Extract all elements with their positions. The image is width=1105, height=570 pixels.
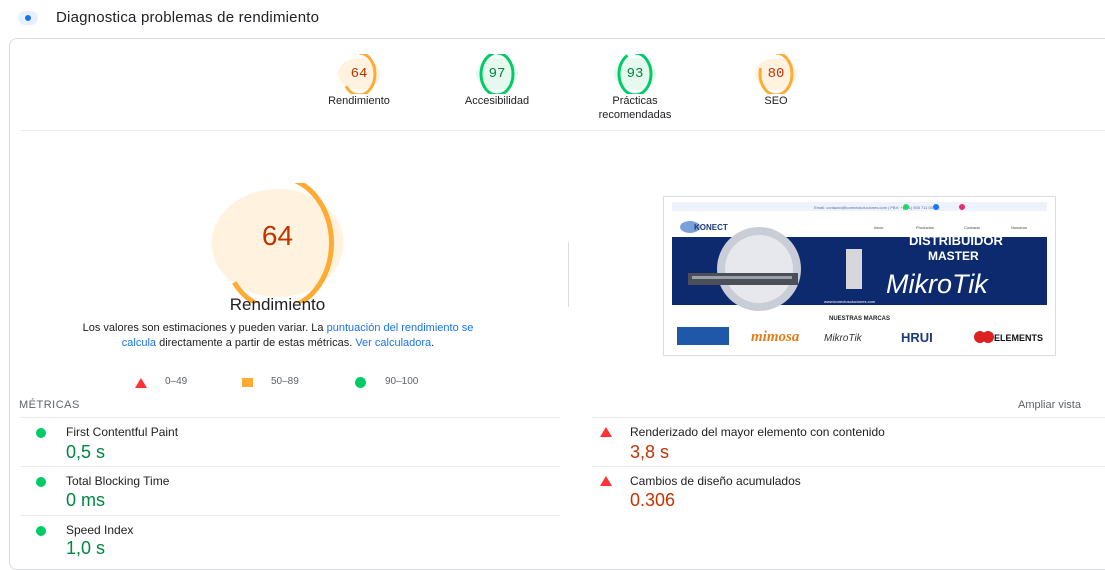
screenshot-brand: KONECT	[694, 223, 728, 232]
legend-label: 90–100	[385, 376, 419, 387]
expand-view-toggle[interactable]: Ampliar vista	[1018, 399, 1081, 411]
page-screenshot[interactable]: Email: contacto@konectosoluciones.com | …	[663, 196, 1056, 356]
divider	[20, 417, 560, 418]
score-label-performance: Rendimiento	[328, 95, 390, 107]
score-value: 64	[350, 66, 368, 82]
desc-text: .	[431, 337, 435, 349]
screenshot-banner-line1: DISTRIBUIDOR	[909, 233, 1004, 248]
metric-value: 1,0 s	[66, 538, 106, 558]
lighthouse-icon	[18, 11, 38, 25]
calculator-link[interactable]: Ver calculadora	[355, 337, 431, 349]
metric-name: Renderizado del mayor elemento con conte…	[630, 425, 885, 439]
divider	[592, 466, 1105, 467]
screenshot-nav-item: Nosotros	[1011, 225, 1027, 230]
metric-name: Speed Index	[66, 523, 134, 537]
score-value: 97	[488, 66, 506, 82]
divider	[20, 515, 560, 516]
screenshot-brand-logo: HRUI	[901, 330, 933, 345]
metrics-heading: MÉTRICAS	[19, 399, 80, 411]
square-icon	[242, 378, 253, 387]
screenshot-brands-title: NUESTRAS MARCAS	[829, 316, 890, 322]
screenshot-brand-logo: ELEMENTS	[994, 333, 1043, 343]
screenshot-banner-brand: MikroTik	[886, 269, 989, 299]
legend-fail: 0–49	[135, 375, 215, 389]
divider	[592, 417, 1105, 418]
screenshot-banner-line2: MASTER	[928, 249, 979, 263]
screenshot-nav-item: Inicio	[874, 225, 884, 230]
performance-score: 64	[261, 220, 294, 251]
score-value: 93	[626, 66, 644, 82]
metric-name: Cambios de diseño acumulados	[630, 474, 801, 488]
divider	[20, 466, 560, 467]
score-label-seo: SEO	[764, 95, 788, 107]
score-value: 80	[767, 66, 785, 82]
circle-icon	[355, 377, 366, 388]
performance-description: Los valores son estimaciones y pueden va…	[70, 321, 486, 351]
metric-value: 3,8 s	[630, 442, 670, 462]
screenshot-brand-logo: mimosa	[751, 329, 800, 345]
report-header: Diagnostica problemas de rendimiento	[0, 0, 1105, 36]
fail-triangle-icon	[600, 476, 612, 486]
pass-circle-icon	[36, 526, 46, 536]
metric-name: First Contentful Paint	[66, 425, 179, 439]
legend-label: 50–89	[271, 376, 299, 387]
metric-name: Total Blocking Time	[66, 474, 170, 488]
pass-circle-icon	[36, 477, 46, 487]
metric-value: 0 ms	[66, 490, 106, 510]
score-label-best-practices: Prácticas recomendadas	[586, 94, 684, 122]
legend-pass: 90–100	[355, 375, 445, 389]
pass-circle-icon	[36, 428, 46, 438]
screenshot-nav-item: Contacto	[964, 225, 981, 230]
screenshot-contact: Email: contacto@konectosoluciones.com | …	[814, 205, 940, 210]
metric-value: 0.306	[630, 490, 676, 510]
desc-text: Los valores son estimaciones y pueden va…	[82, 322, 327, 334]
legend-average: 50–89	[242, 375, 322, 389]
label-line2: recomendadas	[598, 109, 672, 121]
legend-label: 0–49	[165, 376, 188, 387]
screenshot-nav-item: Productos	[916, 225, 934, 230]
desc-text: directamente a partir de estas métricas.	[156, 337, 356, 349]
page-title: Diagnostica problemas de rendimiento	[56, 9, 320, 26]
screenshot-brand-logo: MikroTik	[824, 333, 863, 344]
label-line1: Prácticas	[612, 95, 658, 107]
score-label-accessibility: Accesibilidad	[464, 95, 530, 107]
performance-title: Rendimiento	[229, 295, 326, 314]
fail-triangle-icon	[600, 427, 612, 437]
triangle-icon	[135, 378, 147, 388]
divider	[568, 242, 569, 307]
screenshot-image: Email: contacto@konectosoluciones.com | …	[664, 197, 1055, 355]
divider	[20, 130, 1105, 131]
metric-value: 0,5 s	[66, 442, 106, 462]
screenshot-url: www.konectosoluciones.com	[824, 299, 876, 304]
